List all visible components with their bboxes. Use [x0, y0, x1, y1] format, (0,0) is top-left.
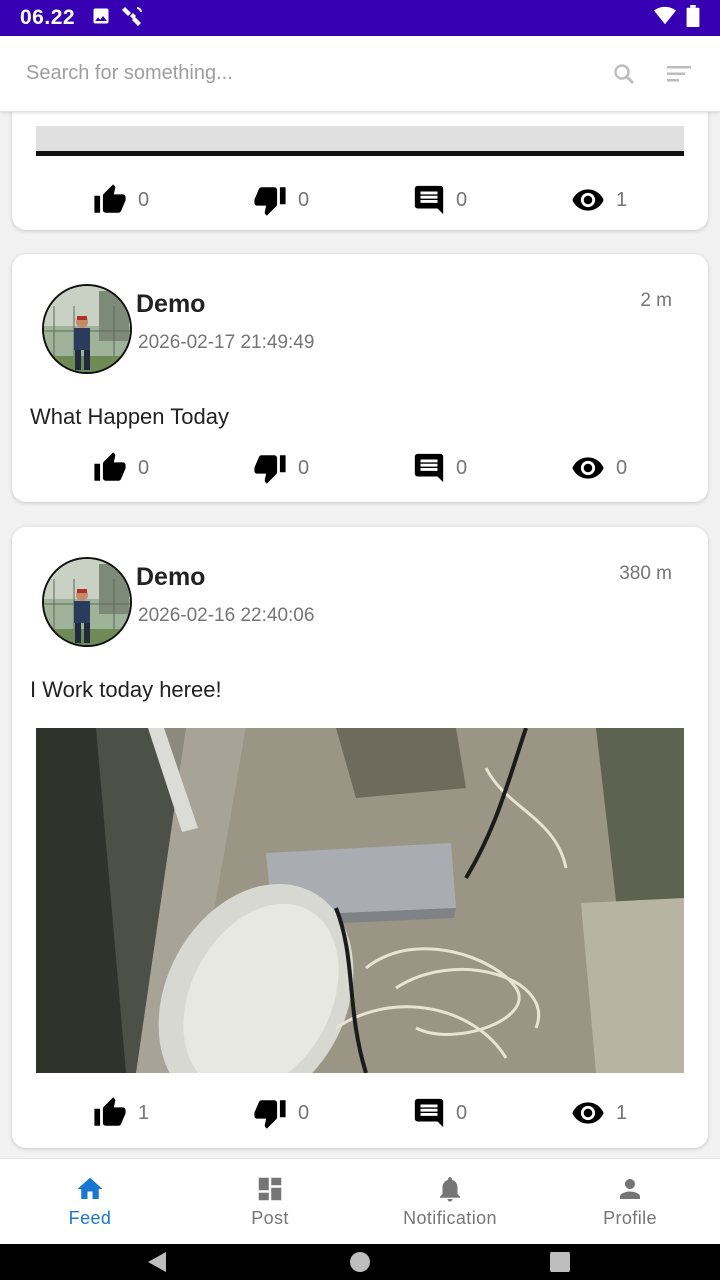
- comment-icon: [414, 185, 444, 215]
- thumb-down-icon: [254, 455, 286, 484]
- dislike-count: 0: [298, 188, 310, 211]
- thumb-down-icon: [254, 187, 286, 216]
- comment-icon: [414, 453, 444, 483]
- post-image[interactable]: [36, 728, 684, 1073]
- satellite-icon: [121, 4, 145, 33]
- post-timestamp: 2026-02-17 21:49:49: [138, 332, 315, 353]
- like-count: 0: [138, 188, 150, 211]
- post-card: 0 0 0 1: [12, 112, 708, 230]
- like-count: 1: [138, 1101, 150, 1124]
- dashboard-icon: [258, 1177, 282, 1201]
- avatar[interactable]: [42, 557, 132, 647]
- bell-icon: [440, 1177, 460, 1202]
- post-actions: 1 0 0 1: [12, 1093, 708, 1133]
- post-age: 380 m: [619, 563, 672, 584]
- post-timestamp: 2026-02-16 22:40:06: [138, 605, 315, 626]
- eye-icon: [572, 457, 604, 479]
- post-age: 2 m: [640, 290, 672, 311]
- back-icon[interactable]: [146, 1251, 168, 1278]
- system-navigation-bar: [0, 1244, 720, 1280]
- like-button[interactable]: 0: [92, 180, 149, 220]
- nav-profile[interactable]: Profile: [540, 1159, 720, 1244]
- thumb-down-icon: [254, 1100, 286, 1129]
- battery-icon: [686, 4, 700, 32]
- like-count: 0: [138, 456, 150, 479]
- post-image[interactable]: [36, 126, 684, 156]
- dislike-button[interactable]: 0: [252, 448, 309, 488]
- post-actions: 0 0 0 1: [12, 180, 708, 220]
- comment-count: 0: [456, 456, 468, 479]
- views-button[interactable]: 1: [570, 180, 627, 220]
- avatar[interactable]: [42, 284, 132, 374]
- thumb-up-icon: [94, 452, 126, 481]
- dislike-button[interactable]: 0: [252, 1093, 309, 1133]
- views-button[interactable]: 1: [570, 1093, 627, 1133]
- feed-list[interactable]: 0 0 0 1 Demo 2026-02-17 21:49:49 2 m Wha…: [0, 112, 720, 1158]
- dislike-button[interactable]: 0: [252, 180, 309, 220]
- like-button[interactable]: 0: [92, 448, 149, 488]
- thumb-up-icon: [94, 1097, 126, 1126]
- nav-label: Notification: [403, 1208, 497, 1228]
- comment-button[interactable]: 0: [412, 180, 467, 220]
- post-username[interactable]: Demo: [136, 563, 205, 592]
- status-bar: 06.22: [0, 0, 720, 36]
- dislike-count: 0: [298, 456, 310, 479]
- nav-post[interactable]: Post: [180, 1159, 360, 1244]
- like-button[interactable]: 1: [92, 1093, 149, 1133]
- search-bar: [0, 36, 720, 112]
- image-icon: [91, 6, 111, 31]
- search-input[interactable]: [26, 62, 590, 85]
- bottom-navigation: Feed Post Notification Profile: [0, 1158, 720, 1244]
- thumb-up-icon: [94, 184, 126, 213]
- nav-label: Feed: [68, 1208, 112, 1228]
- search-icon[interactable]: [610, 60, 638, 88]
- nav-label: Post: [251, 1208, 289, 1228]
- home-icon: [77, 1177, 103, 1199]
- status-time: 06.22: [20, 6, 76, 29]
- comment-button[interactable]: 0: [412, 1093, 467, 1133]
- wifi-icon: [652, 5, 678, 32]
- view-count: 1: [616, 1101, 628, 1124]
- comment-icon: [414, 1098, 444, 1128]
- view-count: 0: [616, 456, 628, 479]
- comment-button[interactable]: 0: [412, 448, 467, 488]
- post-username[interactable]: Demo: [136, 290, 205, 319]
- post-card: Demo 2026-02-17 21:49:49 2 m What Happen…: [12, 254, 708, 502]
- person-icon: [620, 1179, 640, 1199]
- comment-count: 0: [456, 188, 468, 211]
- sort-icon[interactable]: [666, 60, 694, 88]
- comment-count: 0: [456, 1101, 468, 1124]
- eye-icon: [572, 1102, 604, 1124]
- views-button[interactable]: 0: [570, 448, 627, 488]
- post-card: Demo 2026-02-16 22:40:06 380 m I Work to…: [12, 527, 708, 1148]
- nav-feed[interactable]: Feed: [0, 1159, 180, 1244]
- post-text: I Work today hereе!: [30, 677, 222, 702]
- nav-label: Profile: [603, 1208, 657, 1228]
- view-count: 1: [616, 188, 628, 211]
- nav-notification[interactable]: Notification: [360, 1159, 540, 1244]
- post-text: What Happen Today: [30, 404, 229, 429]
- eye-icon: [572, 189, 604, 211]
- dislike-count: 0: [298, 1101, 310, 1124]
- home-circle-icon[interactable]: [349, 1251, 371, 1278]
- post-actions: 0 0 0 0: [12, 448, 708, 488]
- recent-apps-icon[interactable]: [549, 1251, 571, 1278]
